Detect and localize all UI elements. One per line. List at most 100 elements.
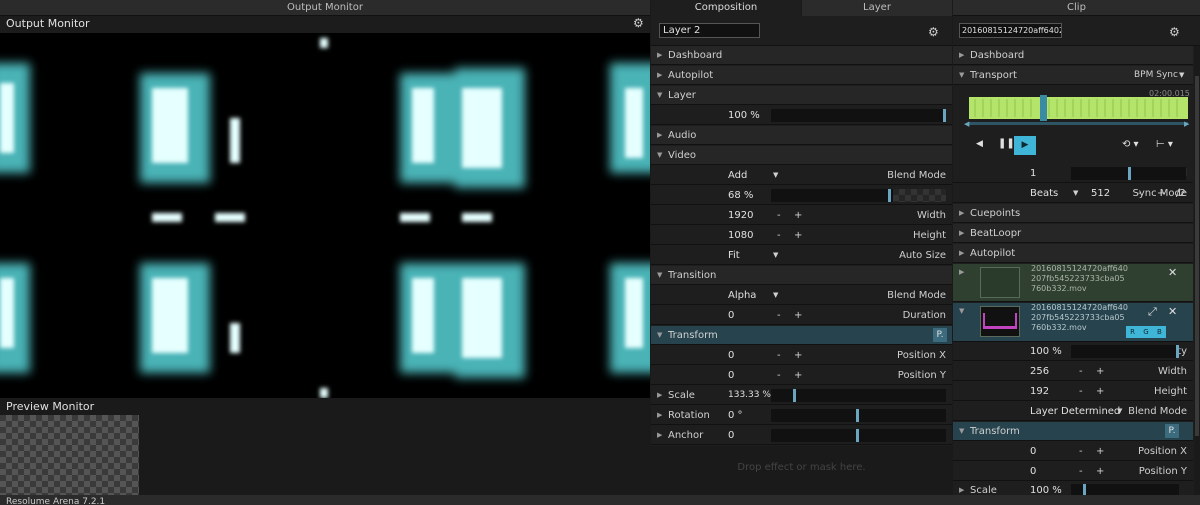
section-video[interactable]: ▼ Video bbox=[651, 146, 952, 165]
play-reverse-icon[interactable]: ◀ bbox=[976, 139, 983, 149]
section-transition[interactable]: ▼ Transition bbox=[651, 266, 952, 285]
dropdown-arrow-icon[interactable]: ▼ bbox=[773, 166, 778, 185]
height-input[interactable]: 1080 bbox=[728, 226, 753, 245]
decrement-button[interactable]: - bbox=[777, 366, 781, 385]
rgb-buttons[interactable]: R G B bbox=[1126, 326, 1166, 338]
dropdown-arrow-icon[interactable]: ▼ bbox=[1117, 402, 1122, 421]
param-anchor[interactable]: ▶ Anchor 0 bbox=[651, 426, 952, 445]
clip-file-entry-active[interactable]: ▼ 20160815124720aff640 207fb545223733cba… bbox=[953, 303, 1193, 342]
section-dashboard[interactable]: ▶ Dashboard bbox=[651, 46, 952, 65]
rotation-slider[interactable] bbox=[771, 409, 946, 422]
increment-button[interactable]: + bbox=[1096, 362, 1104, 381]
divide-button[interactable]: /2 bbox=[1176, 184, 1186, 203]
blend-mode-select[interactable]: Add bbox=[728, 166, 747, 185]
decrement-button[interactable]: - bbox=[777, 346, 781, 365]
width-input[interactable]: 1920 bbox=[728, 206, 753, 225]
param-scale[interactable]: ▶ Scale 133.33 % bbox=[651, 386, 952, 405]
range-start-icon[interactable]: ◀ bbox=[964, 120, 969, 128]
channel-b-button[interactable]: B bbox=[1157, 326, 1162, 338]
section-transform[interactable]: ▼ Transform P. bbox=[651, 326, 952, 345]
opacity-slider[interactable] bbox=[771, 189, 946, 202]
opacity-slider[interactable] bbox=[1071, 345, 1179, 358]
pause-icon[interactable]: ❚❚ bbox=[998, 138, 1015, 149]
slider-handle[interactable] bbox=[793, 389, 796, 402]
section-dashboard[interactable]: ▶ Dashboard bbox=[953, 46, 1193, 65]
section-transform[interactable]: ▼ Transform P. bbox=[953, 422, 1193, 441]
slider-handle[interactable] bbox=[1176, 345, 1179, 358]
layer-name-input[interactable] bbox=[659, 23, 760, 38]
position-x-input[interactable]: 0 bbox=[728, 346, 734, 365]
scale-slider[interactable] bbox=[771, 389, 946, 402]
increment-button[interactable]: + bbox=[794, 366, 802, 385]
tab-composition[interactable]: Composition bbox=[651, 0, 801, 16]
decrement-button[interactable]: - bbox=[1079, 462, 1083, 481]
transition-blend-select[interactable]: Alpha bbox=[728, 286, 756, 305]
section-cuepoints[interactable]: ▶ Cuepoints bbox=[953, 204, 1193, 223]
bpm-sync-select[interactable]: BPM Sync bbox=[1134, 66, 1178, 85]
position-y-input[interactable]: 0 bbox=[1030, 462, 1036, 481]
width-input[interactable]: 256 bbox=[1030, 362, 1049, 381]
anchor-slider[interactable] bbox=[771, 429, 946, 442]
master-slider[interactable] bbox=[771, 109, 946, 122]
position-x-input[interactable]: 0 bbox=[1030, 442, 1036, 461]
increment-button[interactable]: + bbox=[1096, 462, 1104, 481]
blend-mode-select[interactable]: Layer Determined bbox=[1030, 402, 1120, 421]
duration-input[interactable]: 0 bbox=[728, 306, 734, 325]
section-audio[interactable]: ▶ Audio bbox=[651, 126, 952, 145]
loop-icon[interactable]: ⟲ ▾ bbox=[1122, 139, 1139, 150]
slider-handle[interactable] bbox=[888, 189, 891, 202]
decrement-button[interactable]: - bbox=[777, 206, 781, 225]
dropdown-arrow-icon[interactable]: ▼ bbox=[1179, 66, 1184, 85]
clip-name-input[interactable] bbox=[959, 23, 1062, 38]
slider-handle[interactable] bbox=[856, 409, 859, 422]
increment-button[interactable]: + bbox=[1157, 184, 1165, 203]
beats-input[interactable]: 512 bbox=[1091, 184, 1110, 203]
position-y-input[interactable]: 0 bbox=[728, 366, 734, 385]
gear-icon[interactable]: ⚙ bbox=[633, 16, 644, 30]
increment-button[interactable]: + bbox=[794, 306, 802, 325]
range-end-icon[interactable]: ▶ bbox=[1184, 120, 1189, 128]
section-transport[interactable]: ▼ Transport BPM Sync ▼ bbox=[953, 66, 1193, 85]
speed-slider[interactable] bbox=[1071, 167, 1186, 180]
decrement-button[interactable]: - bbox=[1079, 362, 1083, 381]
playhead[interactable] bbox=[1040, 95, 1047, 121]
close-icon[interactable]: ✕ bbox=[1168, 266, 1177, 279]
auto-size-select[interactable]: Fit bbox=[728, 246, 740, 265]
decrement-button[interactable]: - bbox=[777, 306, 781, 325]
scrollbar[interactable] bbox=[1194, 46, 1200, 495]
waveform[interactable] bbox=[969, 95, 1188, 121]
play-button[interactable]: ▶ bbox=[1014, 136, 1036, 155]
parameter-button[interactable]: P. bbox=[933, 328, 947, 342]
clip-file-entry[interactable]: ▶ 20160815124720aff640 207fb545223733cba… bbox=[953, 264, 1193, 302]
slider-handle[interactable] bbox=[943, 109, 946, 122]
increment-button[interactable]: + bbox=[1096, 382, 1104, 401]
effect-drop-zone[interactable]: Drop effect or mask here. bbox=[651, 446, 952, 495]
increment-button[interactable]: + bbox=[794, 346, 802, 365]
gear-icon[interactable]: ⚙ bbox=[928, 25, 939, 39]
tab-layer[interactable]: Layer bbox=[802, 0, 952, 16]
slider-handle[interactable] bbox=[856, 429, 859, 442]
channel-r-button[interactable]: R bbox=[1130, 326, 1135, 338]
decrement-button[interactable]: - bbox=[1079, 382, 1083, 401]
increment-button[interactable]: + bbox=[794, 226, 802, 245]
slider-handle[interactable] bbox=[1128, 167, 1131, 180]
parameter-button[interactable]: P. bbox=[1165, 424, 1179, 438]
section-autopilot[interactable]: ▶ Autopilot bbox=[651, 66, 952, 85]
decrement-button[interactable]: - bbox=[777, 226, 781, 245]
dropdown-arrow-icon[interactable]: ▼ bbox=[1073, 184, 1078, 203]
section-autopilot[interactable]: ▶ Autopilot bbox=[953, 244, 1193, 263]
increment-button[interactable]: + bbox=[794, 206, 802, 225]
param-rotation[interactable]: ▶ Rotation 0 ° bbox=[651, 406, 952, 425]
dropdown-arrow-icon[interactable]: ▼ bbox=[773, 246, 778, 265]
height-input[interactable]: 192 bbox=[1030, 382, 1049, 401]
section-layer[interactable]: ▼ Layer bbox=[651, 86, 952, 105]
sync-mode-select[interactable]: Beats bbox=[1030, 184, 1058, 203]
increment-button[interactable]: + bbox=[1096, 442, 1104, 461]
dropdown-arrow-icon[interactable]: ▼ bbox=[773, 286, 778, 305]
expand-icon[interactable]: ⤢ bbox=[1148, 305, 1157, 319]
gear-icon[interactable]: ⚙ bbox=[1169, 25, 1180, 39]
decrement-button[interactable]: - bbox=[1079, 442, 1083, 461]
decrement-button[interactable]: - bbox=[1138, 184, 1142, 203]
channel-g-button[interactable]: G bbox=[1143, 326, 1148, 338]
scrollbar-thumb[interactable] bbox=[1195, 76, 1199, 436]
